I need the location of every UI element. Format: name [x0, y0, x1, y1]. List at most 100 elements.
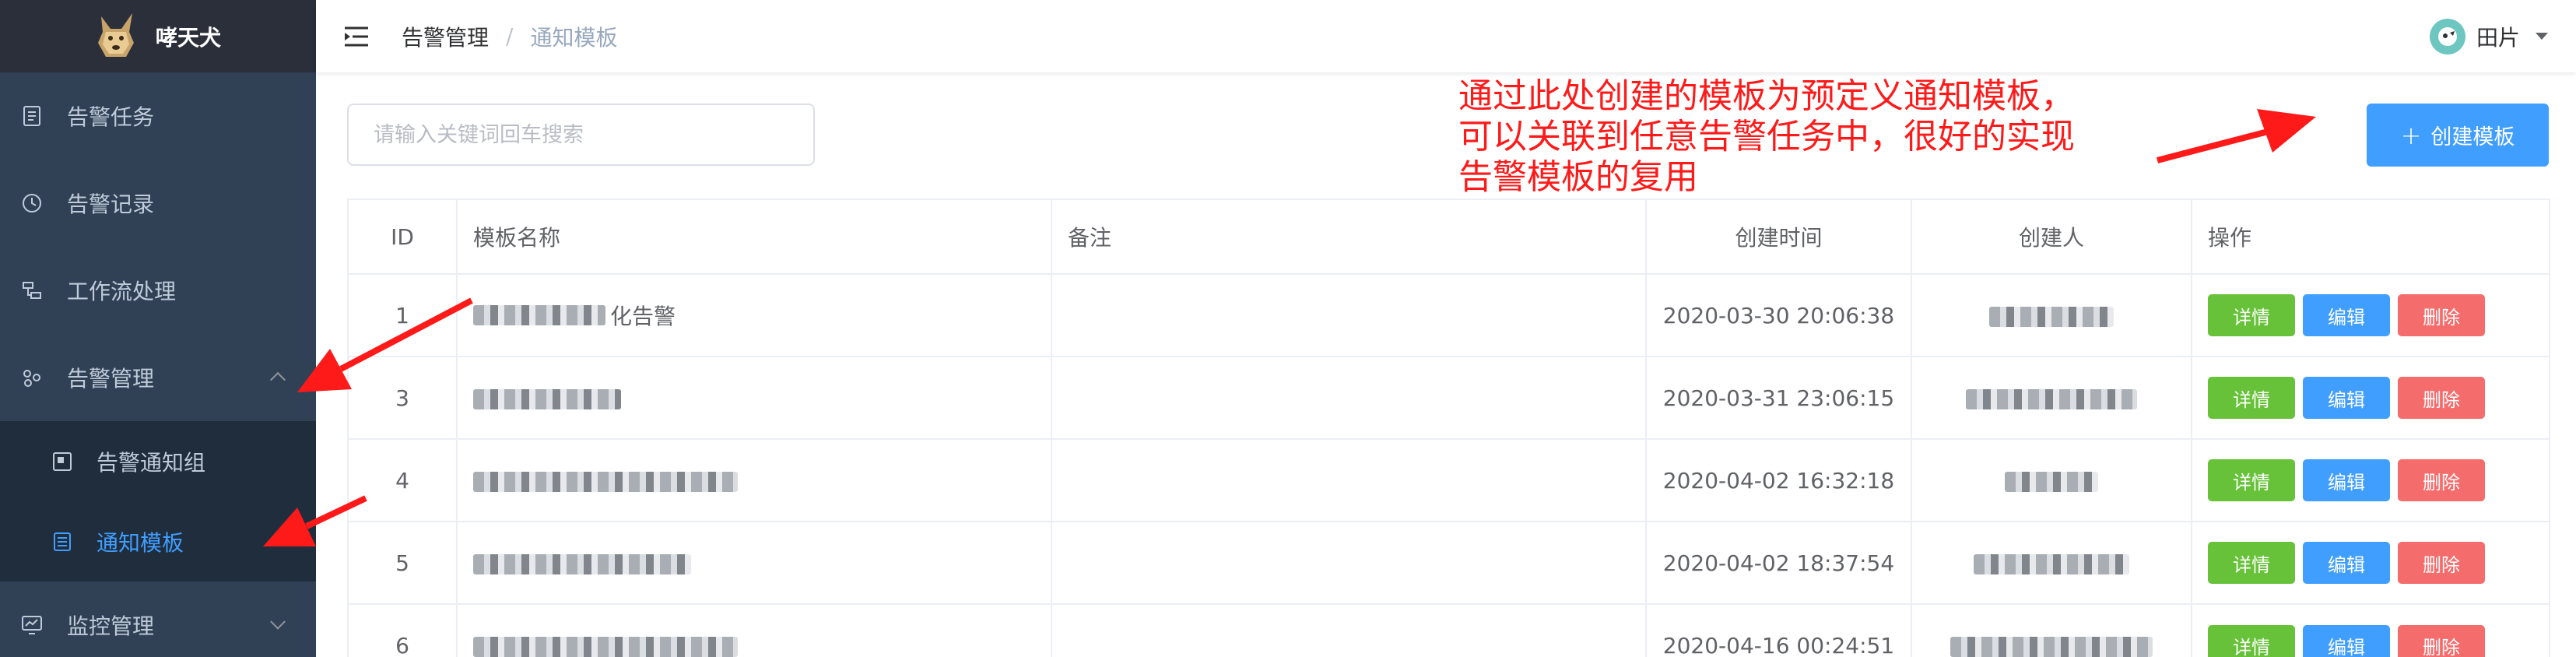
caret-down-icon [2536, 33, 2548, 40]
cell-creator [1911, 521, 2192, 605]
redacted-text [473, 305, 605, 325]
cell-creator [1911, 273, 2192, 357]
template-icon [51, 531, 73, 553]
detail-button[interactable]: 详情 [2208, 624, 2295, 657]
annotation-line: 可以关联到任意告警任务中，很好的实现 [1458, 117, 2075, 156]
sidebar-item-alarm-management[interactable]: 告警管理 [0, 334, 316, 421]
sidebar-item-workflow[interactable]: 工作流处理 [0, 247, 316, 334]
cell-remark [1051, 356, 1647, 440]
cell-id: 5 [347, 521, 458, 605]
cell-id: 4 [347, 438, 458, 522]
cell-created-at: 2020-04-02 18:37:54 [1645, 521, 1912, 605]
cell-actions: 详情 编辑 删除 [2191, 603, 2550, 657]
annotation-text: 通过此处创建的模板为预定义通知模板， 可以关联到任意告警任务中，很好的实现 告警… [1458, 76, 2174, 198]
cell-id: 1 [347, 273, 458, 357]
cell-created-at: 2020-03-31 23:06:15 [1645, 356, 1912, 440]
top-navbar: 告警管理 / 通知模板 田片 [316, 0, 2576, 72]
sidebar-item-label: 监控管理 [67, 613, 155, 639]
delete-button[interactable]: 删除 [2398, 624, 2485, 657]
sidebar-item-label: 告警管理 [67, 366, 155, 392]
edit-button[interactable]: 编辑 [2303, 294, 2390, 336]
column-header-creator: 创建人 [1911, 199, 2192, 275]
edit-button[interactable]: 编辑 [2303, 377, 2390, 419]
sidebar-item-label: 告警任务 [67, 104, 155, 130]
column-header-id: ID [347, 199, 458, 275]
delete-button[interactable]: 删除 [2398, 542, 2485, 584]
table-row: 3 2020-03-31 23:06:15 详情 编辑 删除 [347, 356, 2550, 440]
notify-group-icon [51, 451, 73, 473]
sidebar-item-label: 工作流处理 [67, 279, 177, 304]
annotation-line: 通过此处创建的模板为预定义通知模板， [1458, 76, 2075, 116]
workflow-icon [20, 279, 44, 302]
alarm-manage-icon [20, 366, 44, 389]
submenu-alarm-management: 告警通知组 通知模板 [0, 421, 316, 581]
table-row: 1 化告警 2020-03-30 20:06:38 详情 编辑 删除 [347, 273, 2550, 357]
sidebar-item-label: 告警记录 [67, 191, 155, 217]
task-icon [20, 104, 44, 128]
create-template-button[interactable]: + 创建模板 [2367, 104, 2549, 167]
redacted-text [473, 471, 738, 492]
column-header-created-at: 创建时间 [1645, 199, 1912, 275]
cell-name: 化告警 [456, 273, 1052, 357]
monitor-icon [20, 613, 44, 637]
sidebar-item-alarm-tasks[interactable]: 告警任务 [0, 72, 316, 160]
cell-actions: 详情 编辑 删除 [2191, 438, 2550, 522]
search-input[interactable] [347, 104, 815, 166]
create-template-label: 创建模板 [2430, 125, 2515, 149]
cell-actions: 详情 编辑 删除 [2191, 521, 2550, 605]
sidebar: 哮天犬 告警任务 告警记录 工作流处理 告警管理 告警通知组 通知模板 监控管理 [0, 0, 316, 657]
dog-logo-icon [97, 12, 134, 57]
annotation-line: 告警模板的复用 [1458, 157, 1698, 197]
column-header-remark: 备注 [1051, 199, 1647, 275]
cell-remark [1051, 438, 1647, 522]
redacted-text [473, 553, 691, 574]
redacted-text [1989, 306, 2114, 327]
edit-button[interactable]: 编辑 [2303, 459, 2390, 501]
cell-name [456, 603, 1052, 657]
cell-name [456, 438, 1052, 522]
avatar [2429, 18, 2465, 54]
sidebar-item-label: 告警通知组 [97, 449, 206, 476]
edit-button[interactable]: 编辑 [2303, 542, 2390, 584]
redacted-text [1950, 637, 2153, 657]
column-header-actions: 操作 [2191, 199, 2550, 275]
user-dropdown[interactable]: 田片 [2429, 0, 2548, 72]
edit-button[interactable]: 编辑 [2303, 624, 2390, 657]
chevron-up-icon [270, 371, 286, 388]
redacted-text [1974, 553, 2129, 574]
redacted-text [473, 637, 738, 657]
hamburger-menu-icon[interactable] [341, 21, 372, 52]
table-row: 5 2020-04-02 18:37:54 详情 编辑 删除 [347, 521, 2550, 605]
sidebar-item-label: 通知模板 [97, 529, 184, 556]
cell-creator [1911, 438, 2192, 522]
cell-name [456, 521, 1052, 605]
detail-button[interactable]: 详情 [2208, 294, 2295, 336]
cell-creator [1911, 356, 2192, 440]
delete-button[interactable]: 删除 [2398, 459, 2485, 501]
sidebar-item-monitor-management[interactable]: 监控管理 [0, 581, 316, 657]
breadcrumb-separator: / [506, 23, 514, 49]
cell-creator [1911, 603, 2192, 657]
logo-bar[interactable]: 哮天犬 [0, 0, 316, 72]
delete-button[interactable]: 删除 [2398, 377, 2485, 419]
detail-button[interactable]: 详情 [2208, 542, 2295, 584]
table-row: 6 2020-04-16 00:24:51 详情 编辑 删除 [347, 603, 2550, 657]
user-name: 田片 [2476, 24, 2520, 51]
template-table: ID 模板名称 备注 创建时间 创建人 操作 1 化告警 2020-03-30 … [347, 199, 2550, 657]
app-title: 哮天犬 [155, 24, 221, 51]
detail-button[interactable]: 详情 [2208, 377, 2295, 419]
detail-button[interactable]: 详情 [2208, 459, 2295, 501]
sidebar-item-notify-group[interactable]: 告警通知组 [0, 421, 316, 501]
cell-remark [1051, 273, 1647, 357]
breadcrumb-item-alarm-management[interactable]: 告警管理 [402, 21, 489, 52]
redacted-text [1966, 388, 2137, 409]
clock-icon [20, 191, 44, 215]
sidebar-item-alarm-records[interactable]: 告警记录 [0, 160, 316, 247]
delete-button[interactable]: 删除 [2398, 294, 2485, 336]
cell-id: 3 [347, 356, 458, 440]
cell-name [456, 356, 1052, 440]
redacted-text [2005, 471, 2098, 492]
cell-actions: 详情 编辑 删除 [2191, 273, 2550, 357]
sidebar-item-notify-template[interactable]: 通知模板 [0, 501, 316, 581]
cell-created-at: 2020-03-30 20:06:38 [1645, 273, 1912, 357]
